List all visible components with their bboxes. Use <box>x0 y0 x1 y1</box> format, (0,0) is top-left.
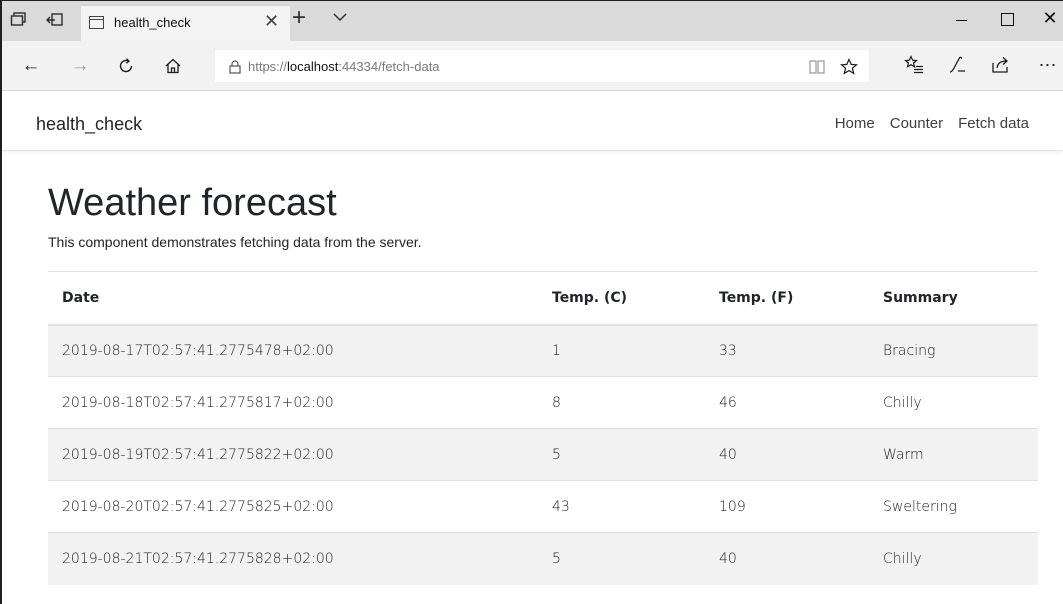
top-nav: Home Counter Fetch data <box>835 115 1029 132</box>
star-icon[interactable] <box>839 57 859 77</box>
page-description: This component demonstrates fetching dat… <box>48 234 422 250</box>
minimize-icon[interactable] <box>938 1 984 35</box>
title-bar: health_check ✕ + ✕ <box>2 1 1063 41</box>
table-row: 2019-08-20T02:57:41.2775825+02:00 43 109… <box>48 480 1038 533</box>
cell-summary: Warm <box>869 428 1038 481</box>
cell-temp-f: 40 <box>705 532 869 585</box>
back-arrow-icon[interactable]: ← <box>18 53 44 79</box>
nav-link-counter[interactable]: Counter <box>890 115 943 132</box>
tab-title: health_check <box>114 15 191 30</box>
navigation-bar: ← → https://localhost:44334/fetch-data ⋯ <box>2 41 1063 91</box>
table-header-row: Date Temp. (C) Temp. (F) Summary <box>48 271 1038 326</box>
table-row: 2019-08-19T02:57:41.2775822+02:00 5 40 W… <box>48 428 1038 481</box>
forecast-table: Date Temp. (C) Temp. (F) Summary 2019-08… <box>48 271 1038 585</box>
lock-icon[interactable] <box>228 60 242 74</box>
brand-link[interactable]: health_check <box>36 114 142 135</box>
page-title: Weather forecast <box>48 182 337 224</box>
url-text[interactable]: https://localhost:44334/fetch-data <box>248 59 440 74</box>
column-header-date: Date <box>48 271 538 326</box>
cell-summary: Chilly <box>869 376 1038 429</box>
more-icon[interactable]: ⋯ <box>1037 54 1059 76</box>
cell-date: 2019-08-20T02:57:41.2775825+02:00 <box>48 480 538 533</box>
cell-temp-c: 43 <box>538 480 705 533</box>
cell-temp-c: 5 <box>538 532 705 585</box>
new-tab-icon[interactable]: + <box>292 4 306 32</box>
cell-date: 2019-08-17T02:57:41.2775478+02:00 <box>48 324 538 377</box>
cell-temp-f: 46 <box>705 376 869 429</box>
column-header-temp-c: Temp. (C) <box>538 271 705 326</box>
cell-temp-c: 8 <box>538 376 705 429</box>
address-bar[interactable]: https://localhost:44334/fetch-data <box>214 49 870 83</box>
cell-summary: Bracing <box>869 324 1038 377</box>
main-content: Weather forecast This component demonstr… <box>48 180 1038 585</box>
cell-temp-f: 33 <box>705 324 869 377</box>
cell-temp-c: 1 <box>538 324 705 377</box>
cell-summary: Chilly <box>869 532 1038 585</box>
app-header: health_check Home Counter Fetch data <box>2 92 1063 151</box>
tabs-preview-icon[interactable] <box>10 11 28 29</box>
share-icon[interactable] <box>990 54 1012 76</box>
url-path: :44334/fetch-data <box>338 59 440 74</box>
forward-arrow-icon[interactable]: → <box>67 53 93 79</box>
active-tab[interactable]: health_check ✕ <box>81 5 290 41</box>
web-page: health_check Home Counter Fetch data Wea… <box>2 92 1063 604</box>
column-header-summary: Summary <box>869 271 1038 326</box>
cell-date: 2019-08-19T02:57:41.2775822+02:00 <box>48 428 538 481</box>
table-row: 2019-08-18T02:57:41.2775817+02:00 8 46 C… <box>48 376 1038 429</box>
cell-temp-c: 5 <box>538 428 705 481</box>
table-row: 2019-08-21T02:57:41.2775828+02:00 5 40 C… <box>48 532 1038 585</box>
nav-link-home[interactable]: Home <box>835 115 875 132</box>
pen-icon[interactable] <box>946 54 968 76</box>
cell-temp-f: 40 <box>705 428 869 481</box>
home-icon[interactable] <box>160 53 186 79</box>
cell-date: 2019-08-21T02:57:41.2775828+02:00 <box>48 532 538 585</box>
refresh-icon[interactable] <box>113 53 139 79</box>
reading-view-icon[interactable] <box>807 57 827 77</box>
maximize-icon[interactable] <box>984 1 1030 35</box>
favorites-list-icon[interactable] <box>903 54 925 76</box>
close-tab-icon[interactable]: ✕ <box>264 11 279 32</box>
nav-link-fetch-data[interactable]: Fetch data <box>958 115 1029 132</box>
chevron-down-icon[interactable] <box>332 9 348 25</box>
table-row: 2019-08-17T02:57:41.2775478+02:00 1 33 B… <box>48 324 1038 377</box>
column-header-temp-f: Temp. (F) <box>705 271 869 326</box>
cell-summary: Sweltering <box>869 480 1038 533</box>
cell-date: 2019-08-18T02:57:41.2775817+02:00 <box>48 376 538 429</box>
cell-temp-f: 109 <box>705 480 869 533</box>
page-icon <box>89 16 104 29</box>
url-scheme: https:// <box>248 59 288 74</box>
close-window-icon[interactable]: ✕ <box>1027 1 1063 35</box>
set-aside-tabs-icon[interactable] <box>46 11 64 29</box>
browser-window: health_check ✕ + ✕ ← → https://localhost… <box>0 0 1063 604</box>
url-host: localhost <box>287 59 339 74</box>
